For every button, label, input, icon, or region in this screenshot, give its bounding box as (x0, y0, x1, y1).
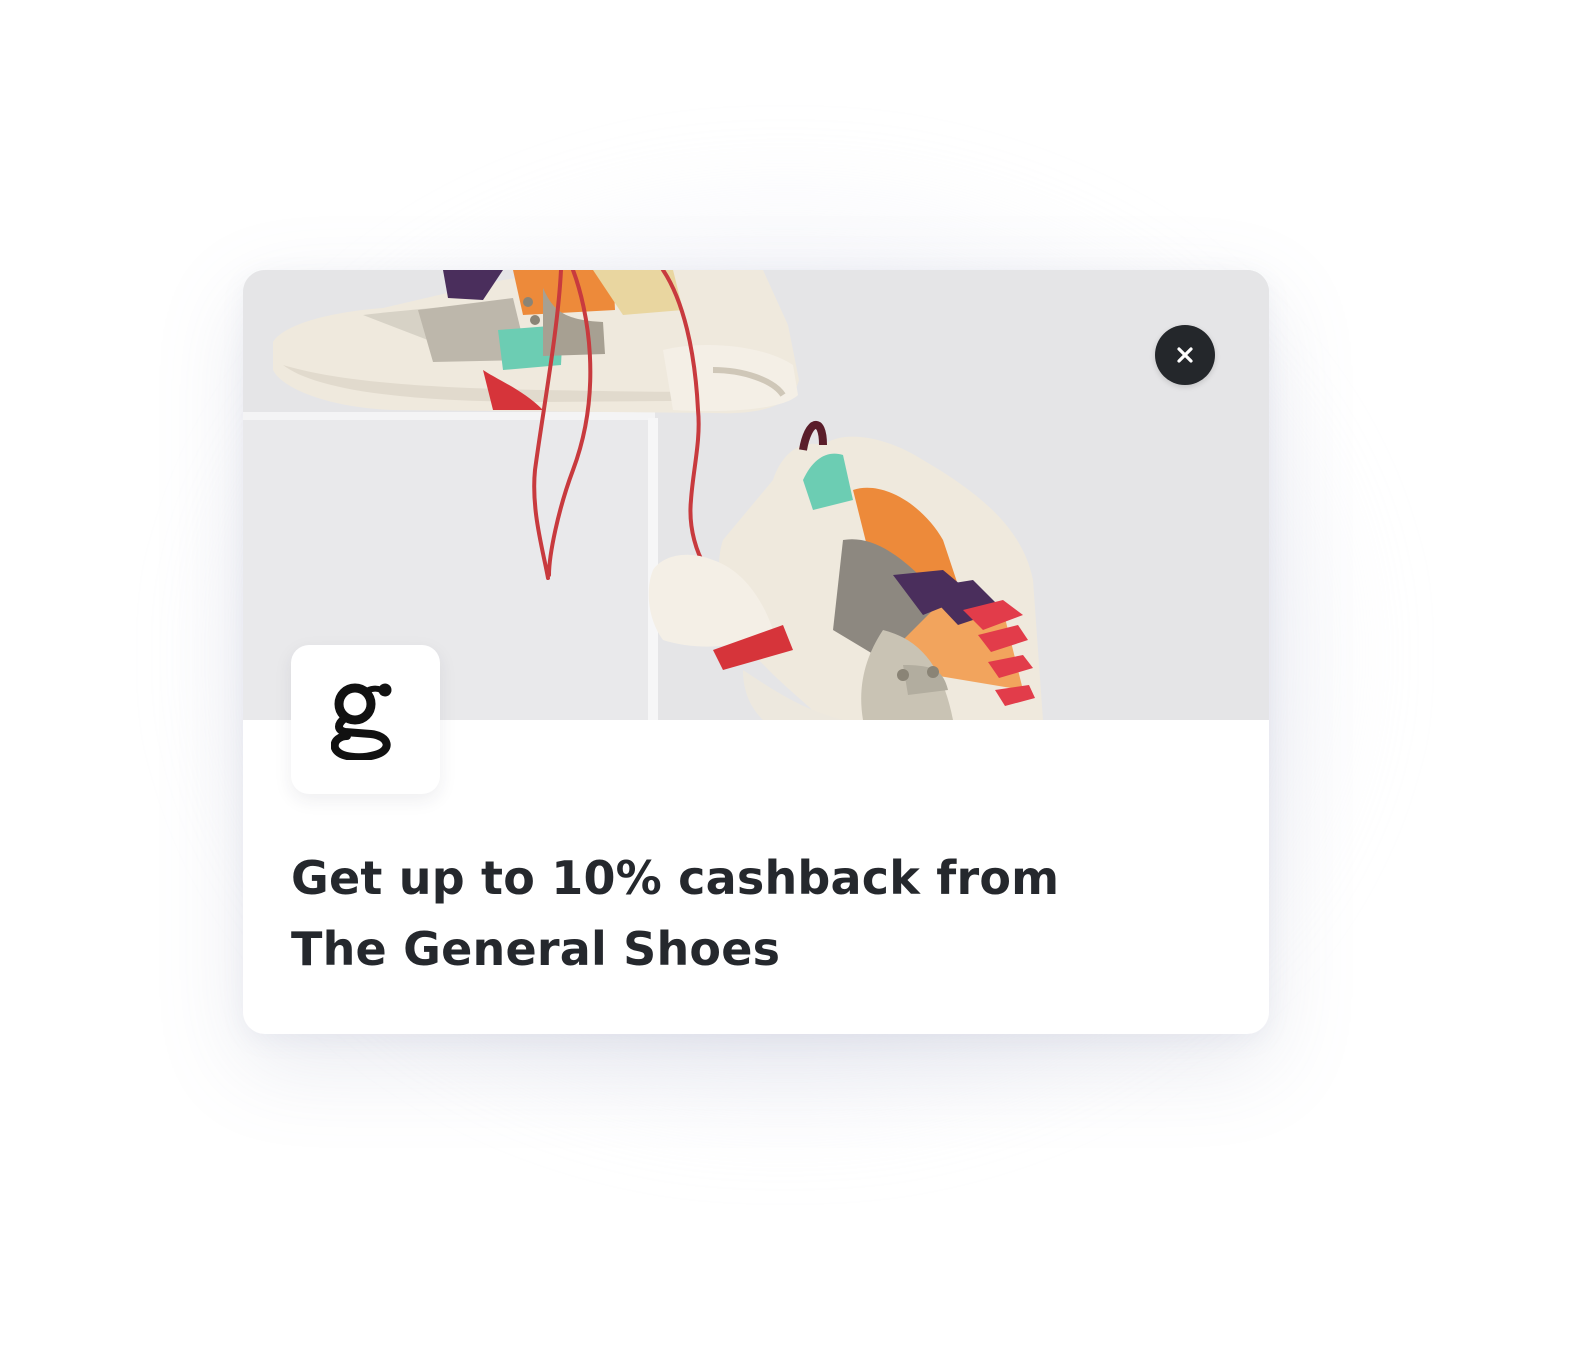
page-background: Get up to 10% cashback from The General … (0, 0, 1573, 1366)
brand-logo (291, 645, 440, 794)
offer-headline: Get up to 10% cashback from The General … (291, 851, 1060, 976)
close-icon (1177, 347, 1193, 363)
close-button[interactable] (1155, 325, 1215, 385)
brand-logo-g-icon (330, 683, 391, 760)
